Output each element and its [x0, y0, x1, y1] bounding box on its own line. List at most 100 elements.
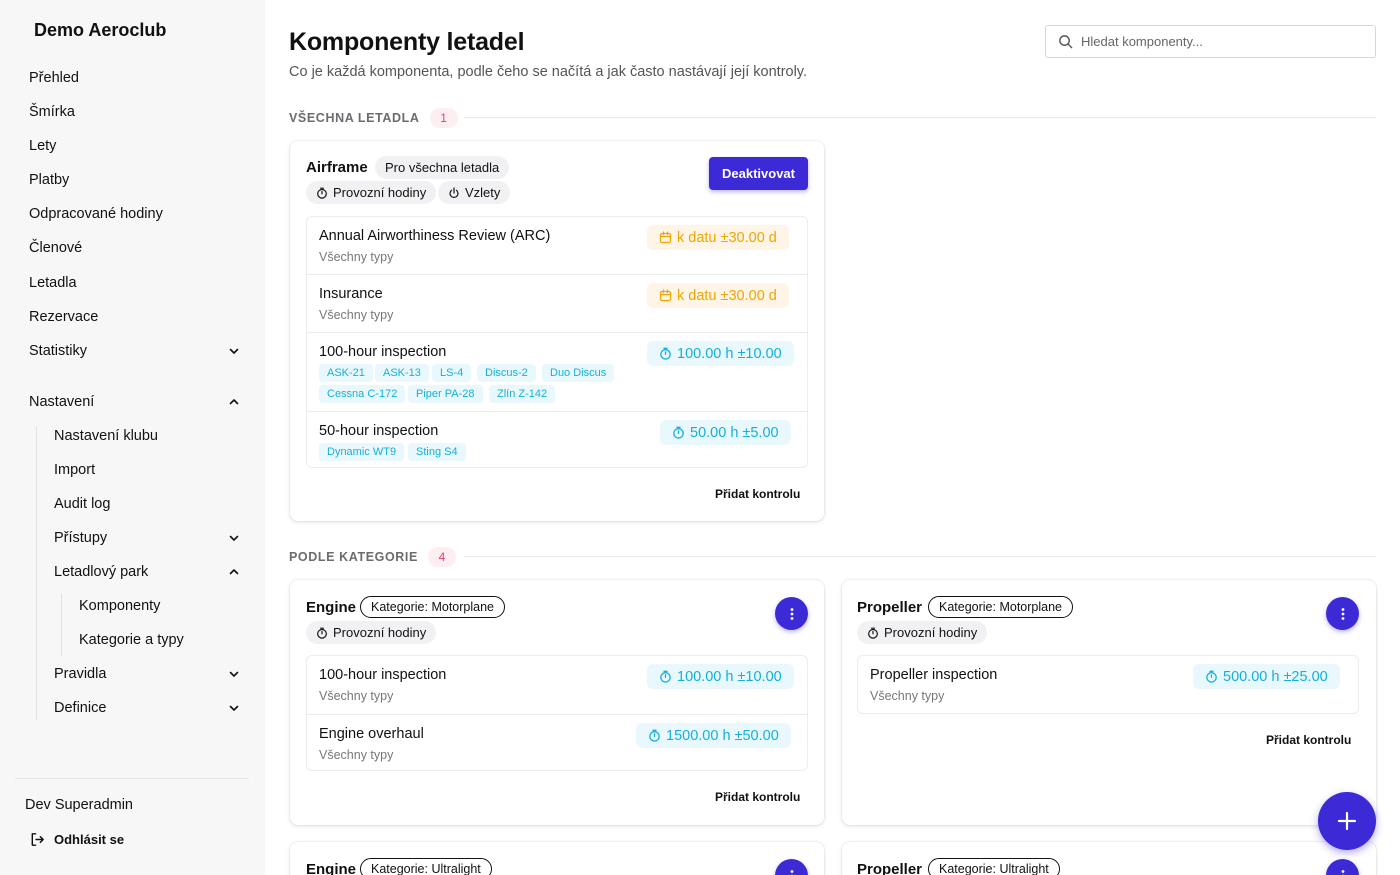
type-tag: Dynamic WT9	[319, 443, 405, 461]
scope-chip: Pro všechna letadla	[375, 156, 510, 179]
sidebar-item-prehled[interactable]: Přehled	[29, 64, 241, 92]
check-name: Insurance	[319, 286, 383, 302]
sidebar-item-odpracovane-hodiny[interactable]: Odpracované hodiny	[29, 200, 241, 228]
stopwatch-icon	[867, 627, 879, 639]
interval-value: 100.00 h ±10.00	[677, 345, 782, 362]
check-name: Engine overhaul	[319, 726, 424, 742]
check-scope: Všechny typy	[319, 308, 394, 322]
sidebar-item-lety[interactable]: Lety	[29, 132, 241, 160]
counter-label: Provozní hodiny	[333, 625, 427, 640]
section-title: PODLE KATEGORIE	[289, 550, 418, 564]
sidebar-item-pravidla[interactable]: Pravidla	[54, 660, 241, 688]
deactivate-button[interactable]: Deaktivovat	[709, 157, 808, 190]
sidebar-item-kategorie-a-typy[interactable]: Kategorie a typy	[79, 626, 241, 654]
component-name: Propeller	[857, 599, 923, 616]
section-header-category: PODLE KATEGORIE 4	[289, 547, 456, 567]
counter-chip: Vzlety	[438, 181, 511, 204]
chevron-down-icon	[227, 531, 241, 545]
sidebar-item-platby[interactable]: Platby	[29, 166, 241, 194]
section-divider	[464, 556, 1376, 557]
sidebar-item-audit-log[interactable]: Audit log	[54, 490, 241, 518]
section-header-all: VŠECHNA LETADLA 1	[289, 108, 458, 128]
check-name: 100-hour inspection	[319, 667, 447, 683]
check-name: 50-hour inspection	[319, 423, 439, 439]
nav-tree-line	[61, 594, 62, 656]
component-card-engine-motorplane: Engine Kategorie: Motorplane Provozní ho…	[290, 580, 824, 825]
check-scope: Všechny typy	[319, 748, 394, 762]
sidebar-item-letadla[interactable]: Letadla	[29, 269, 241, 297]
check-scope: Všechny typy	[870, 689, 945, 703]
sidebar-item-definice[interactable]: Definice	[54, 694, 241, 722]
sidebar: Demo Aeroclub Přehled Šmírka Lety Platby…	[0, 0, 265, 875]
search-icon	[1058, 34, 1073, 49]
stopwatch-icon	[659, 670, 672, 683]
check-name: 100-hour inspection	[319, 344, 447, 360]
sidebar-item-komponenty[interactable]: Komponenty	[79, 592, 241, 620]
sidebar-item-pristupy[interactable]: Přístupy	[54, 524, 241, 552]
interval-pill: 100.00 h ±10.00	[647, 341, 794, 366]
plus-icon	[1336, 810, 1358, 832]
counter-chip: Provozní hodiny	[306, 621, 437, 644]
interval-value: k datu ±30.00 d	[677, 287, 777, 304]
sidebar-item-label: Audit log	[54, 496, 111, 512]
sidebar-item-nastaveni[interactable]: Nastavení	[29, 388, 241, 416]
type-tag: LS-4	[432, 364, 472, 382]
add-check-button[interactable]: Přidat kontrolu	[715, 790, 800, 804]
sidebar-item-nastaveni-klubu[interactable]: Nastavení klubu	[54, 422, 241, 450]
search-input[interactable]	[1081, 34, 1351, 49]
add-component-button[interactable]	[1318, 792, 1376, 850]
section-title: VŠECHNA LETADLA	[289, 111, 420, 125]
chevron-up-icon	[227, 395, 241, 409]
sidebar-item-letadlovy-park[interactable]: Letadlový park	[54, 558, 241, 586]
sidebar-item-rezervace[interactable]: Rezervace	[29, 303, 241, 331]
sidebar-item-clenove[interactable]: Členové	[29, 234, 241, 262]
sidebar-item-statistiky[interactable]: Statistiky	[29, 337, 241, 365]
check-row[interactable]: 100-hour inspection ASK-21 ASK-13 LS-4 D…	[307, 332, 807, 411]
chevron-down-icon	[227, 701, 241, 715]
kebab-icon	[785, 607, 799, 621]
check-row[interactable]: Engine overhaul Všechny typy 1500.00 h ±…	[307, 714, 807, 772]
component-card-airframe: Airframe Pro všechna letadla Provozní ho…	[290, 141, 824, 521]
more-options-button[interactable]	[1326, 859, 1359, 875]
logout-button[interactable]: Odhlásit se	[29, 831, 124, 848]
interval-pill: 500.00 h ±25.00	[1193, 664, 1340, 689]
component-name: Engine	[306, 599, 357, 616]
more-options-button[interactable]	[775, 597, 808, 630]
more-options-button[interactable]	[1326, 597, 1359, 630]
sidebar-item-label: Nastavení	[29, 394, 95, 410]
more-options-button[interactable]	[775, 859, 808, 875]
check-name: Propeller inspection	[870, 667, 998, 683]
chevron-down-icon	[227, 344, 241, 358]
interval-value: 1500.00 h ±50.00	[666, 727, 779, 744]
component-name: Engine	[306, 861, 357, 875]
counter-chip: Provozní hodiny	[306, 181, 437, 204]
interval-value: 100.00 h ±10.00	[677, 668, 782, 685]
sidebar-item-smirka[interactable]: Šmírka	[29, 98, 241, 126]
page-title: Komponenty letadel	[289, 28, 525, 56]
check-row[interactable]: Insurance Všechny typy k datu ±30.00 d	[307, 274, 807, 332]
section-count-badge: 4	[427, 547, 456, 567]
counter-chip: Provozní hodiny	[857, 621, 988, 644]
sidebar-item-label: Letadlový park	[54, 564, 149, 580]
sidebar-item-label: Rezervace	[29, 309, 99, 325]
search-box[interactable]	[1045, 25, 1376, 58]
section-count-badge: 1	[429, 108, 458, 128]
component-name: Airframe	[306, 159, 368, 176]
add-check-button[interactable]: Přidat kontrolu	[1266, 733, 1351, 747]
type-tag: Sting S4	[408, 443, 466, 461]
checks-list: 100-hour inspection Všechny typy 100.00 …	[306, 655, 808, 771]
calendar-icon	[659, 231, 672, 244]
sidebar-item-label: Platby	[29, 172, 70, 188]
power-icon	[448, 186, 460, 199]
type-tag: Zlín Z-142	[489, 385, 556, 403]
check-row[interactable]: 100-hour inspection Všechny typy 100.00 …	[307, 656, 807, 714]
check-row[interactable]: Annual Airworthiness Review (ARC) Všechn…	[307, 217, 807, 274]
sidebar-item-import[interactable]: Import	[54, 456, 241, 484]
checks-list: Annual Airworthiness Review (ARC) Všechn…	[306, 216, 808, 468]
check-row[interactable]: Propeller inspection Všechny typy 500.00…	[858, 656, 1358, 715]
section-divider	[464, 117, 1376, 118]
stopwatch-icon	[316, 627, 328, 639]
add-check-button[interactable]: Přidat kontrolu	[715, 487, 800, 501]
page-subtitle: Co je každá komponenta, podle čeho se na…	[289, 64, 808, 80]
check-row[interactable]: 50-hour inspection Dynamic WT9 Sting S4 …	[307, 411, 807, 469]
